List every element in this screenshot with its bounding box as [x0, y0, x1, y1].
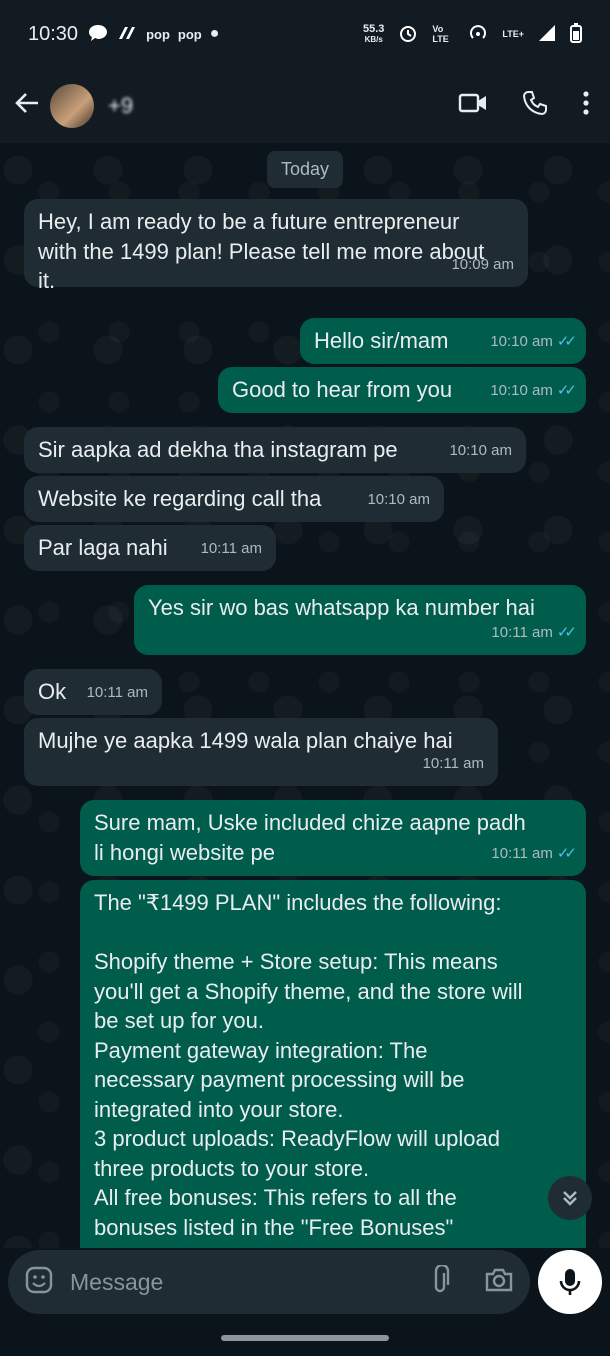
back-arrow-icon[interactable] — [14, 89, 44, 123]
signal-app-icon — [116, 24, 138, 45]
message-outgoing[interactable]: Yes sir wo bas whatsapp ka number hai 10… — [134, 585, 586, 655]
lte-label: LTE+ — [502, 29, 524, 39]
message-time: 10:10 am — [367, 490, 430, 508]
camera-icon[interactable] — [484, 1267, 514, 1298]
message-time: 10:10 am — [490, 332, 553, 350]
read-ticks-icon: ✓✓ — [556, 623, 577, 641]
message-incoming[interactable]: Sir aapka ad dekha tha instagram pe 10:1… — [24, 427, 526, 473]
scroll-to-bottom-button[interactable] — [548, 1176, 592, 1220]
chat-area[interactable]: Today Hey, I am ready to be a future ent… — [0, 143, 610, 1248]
date-chip: Today — [266, 151, 344, 188]
home-indicator[interactable] — [221, 1335, 389, 1341]
more-vert-icon[interactable] — [582, 91, 590, 120]
message-meta: 10:11 am ✓✓ — [491, 618, 577, 648]
read-ticks-icon: ✓✓ — [556, 381, 577, 399]
contact-name[interactable]: +9 — [108, 93, 133, 119]
net-speed: 55.3 KB/s — [362, 22, 385, 45]
signal-icon — [538, 24, 556, 45]
message-text: Sir aapka ad dekha tha instagram pe — [38, 437, 398, 462]
status-time: 10:30 — [28, 22, 79, 45]
message-incoming[interactable]: Website ke regarding call tha 10:10 am — [24, 476, 444, 522]
message-outgoing[interactable]: Sure mam, Uske included chize aapne padh… — [80, 800, 586, 876]
message-text: Website ke regarding call tha — [38, 486, 322, 511]
read-ticks-icon: ✓✓ — [556, 332, 577, 350]
attach-icon[interactable] — [430, 1263, 450, 1300]
double-chevron-down-icon — [563, 1191, 577, 1206]
message-incoming[interactable]: Par laga nahi 10:11 am — [24, 525, 276, 571]
message-input[interactable] — [68, 1267, 430, 1297]
message-meta: 10:10 am ✓✓ — [490, 376, 577, 406]
net-speed-value: 55.3 — [362, 22, 385, 35]
battery-icon — [570, 22, 582, 46]
notification-dot-icon: ● — [209, 25, 220, 42]
message-text: Hey, I am ready to be a future entrepren… — [38, 209, 485, 293]
message-incoming[interactable]: Mujhe ye aapka 1499 wala plan chaiye hai… — [24, 718, 498, 786]
status-right-group: 55.3 KB/s Vo LTE LTE+ — [362, 22, 582, 46]
emoji-icon[interactable] — [24, 1265, 54, 1300]
message-outgoing[interactable]: The "₹1499 PLAN" includes the following:… — [80, 880, 586, 1248]
message-time: 10:10 am — [490, 381, 553, 399]
message-text: Good to hear from you — [232, 377, 453, 402]
message-text: The "₹1499 PLAN" includes the following:… — [94, 890, 523, 1240]
phone-icon[interactable] — [522, 90, 548, 121]
mic-icon — [559, 1269, 581, 1295]
message-time: 10:10 am — [449, 441, 512, 459]
message-meta: 10:11 am ✓✓ — [491, 839, 577, 869]
header-actions — [458, 90, 596, 121]
alarm-icon — [398, 23, 418, 46]
chat-header: +9 — [0, 68, 610, 143]
mic-button[interactable] — [538, 1250, 602, 1314]
message-time: 10:09 am — [451, 255, 514, 273]
volte-label: Vo LTE — [432, 24, 449, 44]
pop-notification-1: pop — [146, 26, 170, 42]
message-text: Par laga nahi — [38, 535, 168, 560]
message-text: Ok — [38, 679, 67, 704]
chat-bubble-icon — [88, 24, 108, 45]
status-bar: 10:30 pop pop ● 55.3 KB/s Vo LTE LTE+ — [0, 0, 610, 68]
net-speed-unit: KB/s — [364, 34, 383, 44]
hotspot-icon — [468, 23, 488, 46]
message-time: 10:11 am — [86, 683, 148, 701]
message-outgoing[interactable]: Hello sir/mam 10:10 am ✓✓ — [300, 318, 586, 364]
message-incoming[interactable]: Ok 10:11 am — [24, 669, 162, 715]
message-outgoing[interactable]: Good to hear from you 10:10 am ✓✓ — [218, 367, 586, 413]
message-time: 10:11 am — [422, 754, 484, 772]
pop-notification-2: pop — [177, 26, 202, 42]
message-time: 10:11 am — [491, 623, 553, 641]
video-call-icon[interactable] — [458, 92, 488, 119]
message-text: Mujhe ye aapka 1499 wala plan chaiye hai — [38, 728, 453, 753]
read-ticks-icon: ✓✓ — [556, 844, 577, 862]
message-incoming[interactable]: Hey, I am ready to be a future entrepren… — [24, 199, 528, 293]
message-time: 10:11 am — [200, 539, 262, 557]
message-time: 10:11 am — [491, 844, 553, 862]
message-meta: 10:10 am ✓✓ — [490, 327, 577, 357]
composer-icons — [430, 1263, 514, 1300]
message-composer — [8, 1250, 530, 1314]
message-text: Hello sir/mam — [314, 328, 449, 353]
avatar[interactable] — [50, 83, 94, 128]
